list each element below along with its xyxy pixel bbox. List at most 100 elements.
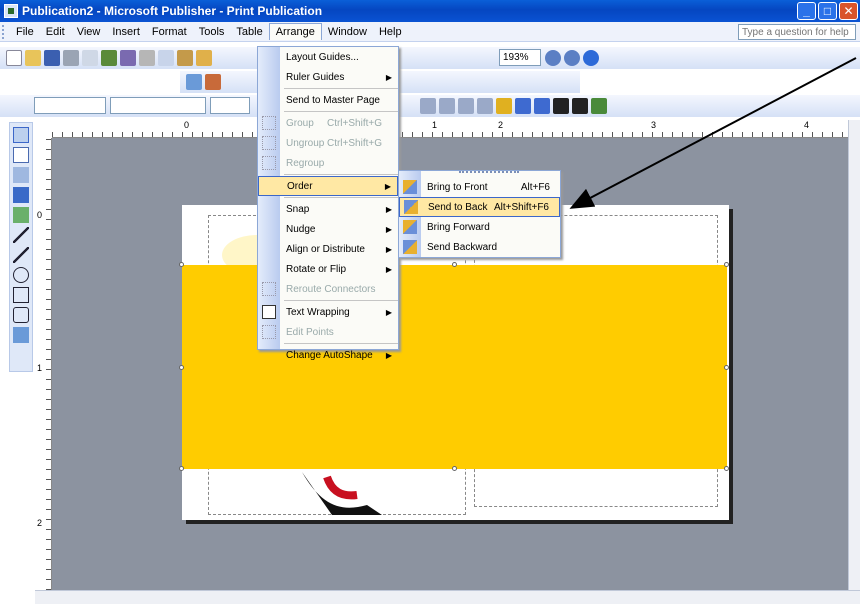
shadow-style-icon[interactable] xyxy=(591,98,607,114)
oval-icon[interactable] xyxy=(13,267,29,283)
copy-icon[interactable] xyxy=(158,50,174,66)
menu-format[interactable]: Format xyxy=(146,24,193,40)
ungroup-icon xyxy=(262,136,276,150)
zoom-in-icon[interactable] xyxy=(564,50,580,66)
horizontal-ruler[interactable]: 0 1 2 3 4 xyxy=(52,120,860,138)
zoom-combo[interactable]: 193% xyxy=(499,49,541,66)
color-icon[interactable] xyxy=(205,74,221,90)
order-submenu: Bring to Front Alt+F6 Send to Back Alt+Shi… xyxy=(398,170,561,258)
publisher-app-icon[interactable] xyxy=(4,4,18,18)
menu-item-bring-forward[interactable]: Bring Forward xyxy=(399,217,560,237)
menu-insert[interactable]: Insert xyxy=(106,24,146,40)
zoom-out-icon[interactable] xyxy=(545,50,561,66)
ruler-mark: 2 xyxy=(37,518,43,528)
maximize-button[interactable]: □ xyxy=(818,2,837,20)
style-combo[interactable] xyxy=(34,97,106,114)
help-icon[interactable] xyxy=(583,50,599,66)
text-box-icon[interactable] xyxy=(13,147,29,163)
menu-view[interactable]: View xyxy=(71,24,107,40)
menu-item-edit-points: Edit Points xyxy=(258,322,398,342)
send-to-back-icon xyxy=(404,200,418,214)
menu-item-snap[interactable]: Snap ▶ xyxy=(258,199,398,219)
toolbar-grip[interactable] xyxy=(2,24,6,39)
line-color-icon[interactable] xyxy=(515,98,531,114)
submenu-arrow-icon: ▶ xyxy=(385,72,392,82)
table-icon[interactable] xyxy=(13,167,29,183)
minimize-button[interactable]: _ xyxy=(797,2,816,20)
standard-toolbar: 193% xyxy=(0,47,860,69)
arrow-style-icon[interactable] xyxy=(572,98,588,114)
research-icon[interactable] xyxy=(120,50,136,66)
font-color-icon[interactable] xyxy=(496,98,512,114)
rectangle-icon[interactable] xyxy=(13,287,29,303)
menu-item-order[interactable]: Order ▶ xyxy=(258,176,398,196)
selection-handle[interactable] xyxy=(452,262,457,267)
fill-color-icon[interactable] xyxy=(534,98,550,114)
bullets-icon[interactable] xyxy=(439,98,455,114)
format-painter-icon[interactable] xyxy=(196,50,212,66)
clipart-image[interactable] xyxy=(272,467,402,517)
menu-item-text-wrapping[interactable]: Text Wrapping ▶ xyxy=(258,302,398,322)
increase-indent-icon[interactable] xyxy=(477,98,493,114)
menu-table[interactable]: Table xyxy=(230,24,268,40)
cut-icon[interactable] xyxy=(139,50,155,66)
select-pointer-icon[interactable] xyxy=(13,127,29,143)
line-icon[interactable] xyxy=(13,227,29,243)
ruler-mark: 0 xyxy=(37,210,43,220)
window-title: Publication2 - Microsoft Publisher - Pri… xyxy=(22,4,323,18)
selection-handle[interactable] xyxy=(724,466,729,471)
print-preview-icon[interactable] xyxy=(82,50,98,66)
print-icon[interactable] xyxy=(63,50,79,66)
picture-icon[interactable] xyxy=(186,74,202,90)
menu-item-change-autoshape[interactable]: Change AutoShape ▶ xyxy=(258,345,398,365)
line-style-icon[interactable] xyxy=(553,98,569,114)
paste-icon[interactable] xyxy=(177,50,193,66)
arrow-icon[interactable] xyxy=(13,247,29,263)
font-combo[interactable] xyxy=(110,97,206,114)
vertical-ruler[interactable]: 0 1 2 xyxy=(35,138,52,590)
menu-item-send-to-back[interactable]: Send to Back Alt+Shift+F6 xyxy=(399,197,560,217)
design-gallery-icon[interactable] xyxy=(13,327,29,343)
autoshapes-icon[interactable] xyxy=(13,307,29,323)
menu-item-nudge[interactable]: Nudge ▶ xyxy=(258,219,398,239)
menu-item-bring-to-front[interactable]: Bring to Front Alt+F6 xyxy=(399,177,560,197)
font-size-combo[interactable] xyxy=(210,97,250,114)
menu-item-ruler-guides[interactable]: Ruler Guides ▶ xyxy=(258,67,398,87)
vertical-scrollbar[interactable] xyxy=(848,120,860,590)
selection-handle[interactable] xyxy=(179,365,184,370)
menu-item-reroute-connectors: Reroute Connectors xyxy=(258,279,398,299)
menu-file[interactable]: File xyxy=(10,24,40,40)
selection-handle[interactable] xyxy=(724,365,729,370)
menu-item-regroup: Regroup xyxy=(258,153,398,173)
selection-handle[interactable] xyxy=(724,262,729,267)
menu-tools[interactable]: Tools xyxy=(193,24,231,40)
menu-edit[interactable]: Edit xyxy=(40,24,71,40)
menu-item-ungroup: Ungroup Ctrl+Shift+G xyxy=(258,133,398,153)
selection-handle[interactable] xyxy=(179,466,184,471)
close-button[interactable]: ✕ xyxy=(839,2,858,20)
send-backward-icon xyxy=(403,240,417,254)
arrange-menu: Layout Guides... Ruler Guides ▶ Send to M… xyxy=(257,46,399,361)
wordart-icon[interactable] xyxy=(13,187,29,203)
horizontal-scrollbar[interactable] xyxy=(35,590,860,604)
submenu-arrow-icon: ▶ xyxy=(385,244,392,254)
help-search-input[interactable] xyxy=(738,24,856,40)
selection-handle[interactable] xyxy=(452,466,457,471)
menu-item-align-or-distribute[interactable]: Align or Distribute ▶ xyxy=(258,239,398,259)
open-icon[interactable] xyxy=(25,50,41,66)
picture-frame-icon[interactable] xyxy=(13,207,29,223)
menu-window[interactable]: Window xyxy=(322,24,373,40)
numbering-icon[interactable] xyxy=(420,98,436,114)
menu-item-layout-guides[interactable]: Layout Guides... xyxy=(258,47,398,67)
new-icon[interactable] xyxy=(6,50,22,66)
menu-item-send-to-master-page[interactable]: Send to Master Page xyxy=(258,90,398,110)
menu-item-rotate-or-flip[interactable]: Rotate or Flip ▶ xyxy=(258,259,398,279)
save-icon[interactable] xyxy=(44,50,60,66)
menu-item-send-backward[interactable]: Send Backward xyxy=(399,237,560,257)
menu-help[interactable]: Help xyxy=(373,24,408,40)
decrease-indent-icon[interactable] xyxy=(458,98,474,114)
selection-handle[interactable] xyxy=(179,262,184,267)
menu-arrange[interactable]: Arrange xyxy=(268,23,322,40)
spelling-icon[interactable] xyxy=(101,50,117,66)
ruler-mark: 1 xyxy=(432,120,438,130)
